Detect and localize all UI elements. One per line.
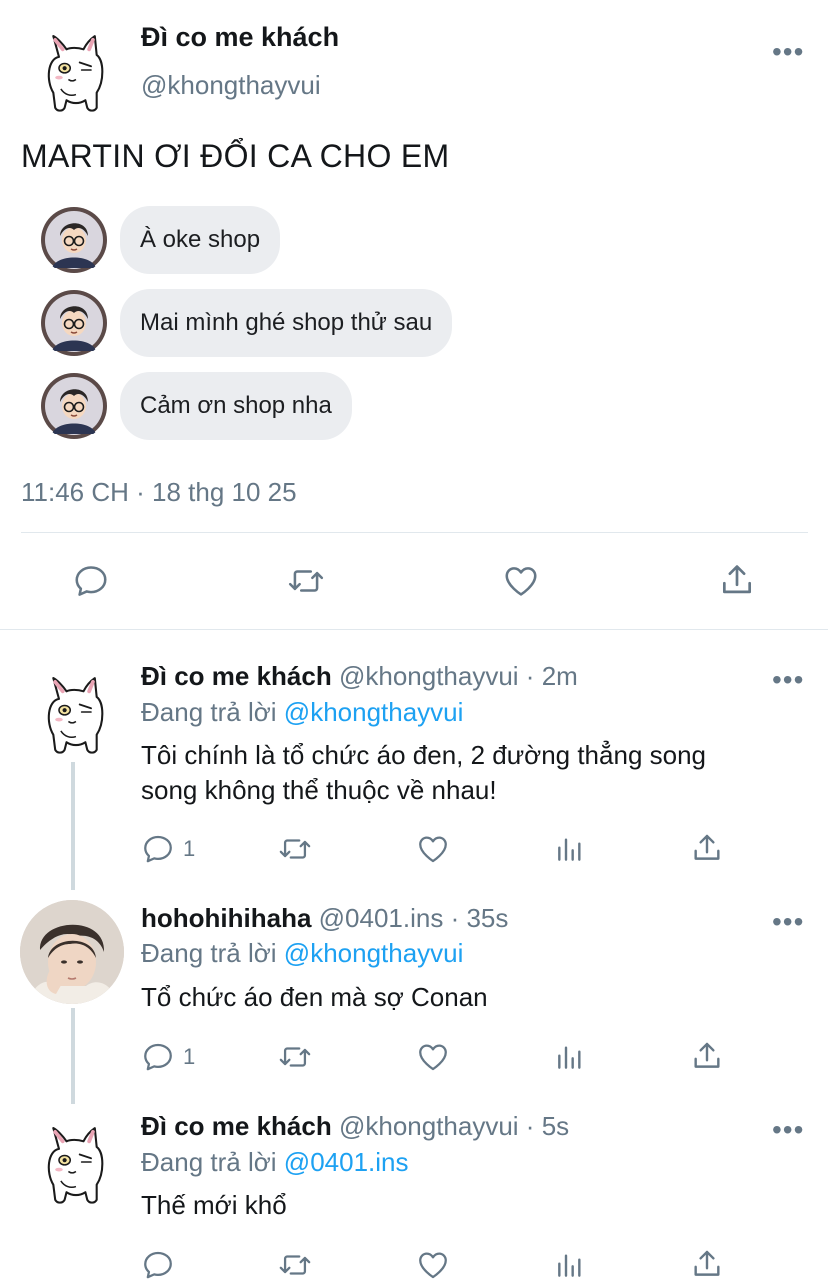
reply-handle-time: @khongthayvui · 5s xyxy=(338,1111,570,1141)
profile-photo xyxy=(20,900,124,1004)
analytics-icon xyxy=(554,833,586,865)
reply-header[interactable]: Đì co me khách @khongthayvui · 2m xyxy=(141,661,578,692)
like-button[interactable] xyxy=(502,562,540,600)
like-icon xyxy=(416,832,450,866)
mention-link[interactable]: @khongthayvui xyxy=(284,938,464,968)
share-icon xyxy=(718,561,756,599)
reply-button[interactable]: 1 xyxy=(141,1040,195,1074)
reply-text: Thế mới khổ xyxy=(141,1190,287,1220)
like-button[interactable] xyxy=(416,1040,450,1074)
reply-handle-time: @0401.ins · 35s xyxy=(318,903,509,933)
share-icon xyxy=(690,831,724,865)
more-options-icon[interactable]: ••• xyxy=(772,1116,804,1144)
more-options-icon[interactable]: ••• xyxy=(772,908,804,936)
reply-button[interactable] xyxy=(72,562,110,600)
retweet-icon xyxy=(276,1248,314,1282)
like-icon xyxy=(502,562,540,600)
reply-icon xyxy=(141,1040,175,1074)
reply-icon xyxy=(72,562,110,600)
chat-bubble: Cảm ơn shop nha xyxy=(120,372,352,440)
reply-author-name[interactable]: hohohihihaha xyxy=(141,903,311,933)
share-icon xyxy=(690,1247,724,1281)
reply-count: 1 xyxy=(183,836,196,861)
reply-header[interactable]: Đì co me khách @khongthayvui · 5s xyxy=(141,1111,569,1142)
more-options-icon[interactable]: ••• xyxy=(772,38,804,66)
chat-bubble: À oke shop xyxy=(120,206,281,274)
reply-button[interactable] xyxy=(141,1248,175,1282)
author-name[interactable]: Đì co me khách xyxy=(141,22,339,53)
retweet-button[interactable] xyxy=(276,1040,314,1074)
divider xyxy=(0,629,828,630)
mention-link[interactable]: @0401.ins xyxy=(284,1147,409,1177)
share-button[interactable] xyxy=(718,561,756,599)
analytics-icon xyxy=(554,1249,586,1281)
chat-message: Mai mình ghé shop thử sau xyxy=(40,289,453,357)
like-button[interactable] xyxy=(416,1248,450,1282)
analytics-button[interactable] xyxy=(554,833,586,865)
chat-message: Cảm ơn shop nha xyxy=(40,372,352,440)
conan-avatar xyxy=(40,289,108,357)
retweet-button[interactable] xyxy=(276,1248,314,1282)
replying-to: Đang trả lời @khongthayvui xyxy=(141,697,464,727)
analytics-icon xyxy=(554,1041,586,1073)
reply-text: Tổ chức áo đen mà sợ Conan xyxy=(141,982,488,1012)
retweet-icon xyxy=(276,1040,314,1074)
conan-avatar xyxy=(40,372,108,440)
reply-author-name[interactable]: Đì co me khách xyxy=(141,1111,332,1141)
divider xyxy=(21,532,808,533)
retweet-icon xyxy=(276,832,314,866)
reply-author-name[interactable]: Đì co me khách xyxy=(141,661,332,691)
share-button[interactable] xyxy=(690,1039,724,1073)
tweet-text: MARTIN ƠI ĐỔI CA CHO EM xyxy=(21,138,450,174)
analytics-button[interactable] xyxy=(554,1041,586,1073)
retweet-button[interactable] xyxy=(276,832,314,866)
reply-avatar[interactable] xyxy=(20,900,124,1004)
chat-message: À oke shop xyxy=(40,206,281,274)
reply-icon xyxy=(141,1248,175,1282)
reply-text: Tôi chính là tổ chức áo đen, 2 đường thẳ… xyxy=(141,740,707,805)
thread-line xyxy=(71,762,75,890)
like-icon xyxy=(416,1248,450,1282)
analytics-button[interactable] xyxy=(554,1249,586,1281)
reply-count: 1 xyxy=(183,1044,196,1069)
author-handle[interactable]: @khongthayvui xyxy=(141,70,321,101)
chat-bubble: Mai mình ghé shop thử sau xyxy=(120,289,453,357)
retweet-button[interactable] xyxy=(285,562,327,600)
reply-handle-time: @khongthayvui · 2m xyxy=(338,661,578,691)
reply-button[interactable]: 1 xyxy=(141,832,195,866)
more-options-icon[interactable]: ••• xyxy=(772,666,804,694)
replying-to: Đang trả lời @khongthayvui xyxy=(141,938,464,968)
conan-avatar xyxy=(40,206,108,274)
reply-icon xyxy=(141,832,175,866)
retweet-icon xyxy=(285,562,327,600)
reply-header[interactable]: hohohihihaha @0401.ins · 35s xyxy=(141,903,508,934)
author-avatar[interactable] xyxy=(42,26,108,116)
reply-avatar[interactable] xyxy=(42,668,108,758)
like-icon xyxy=(416,1040,450,1074)
share-button[interactable] xyxy=(690,831,724,865)
mention-link[interactable]: @khongthayvui xyxy=(284,697,464,727)
like-button[interactable] xyxy=(416,832,450,866)
thread-line xyxy=(71,1008,75,1104)
replying-to: Đang trả lời @0401.ins xyxy=(141,1147,409,1177)
share-icon xyxy=(690,1039,724,1073)
reply-avatar[interactable] xyxy=(42,1118,108,1208)
share-button[interactable] xyxy=(690,1247,724,1281)
tweet-timestamp[interactable]: 11:46 CH · 18 thg 10 25 xyxy=(21,477,297,508)
